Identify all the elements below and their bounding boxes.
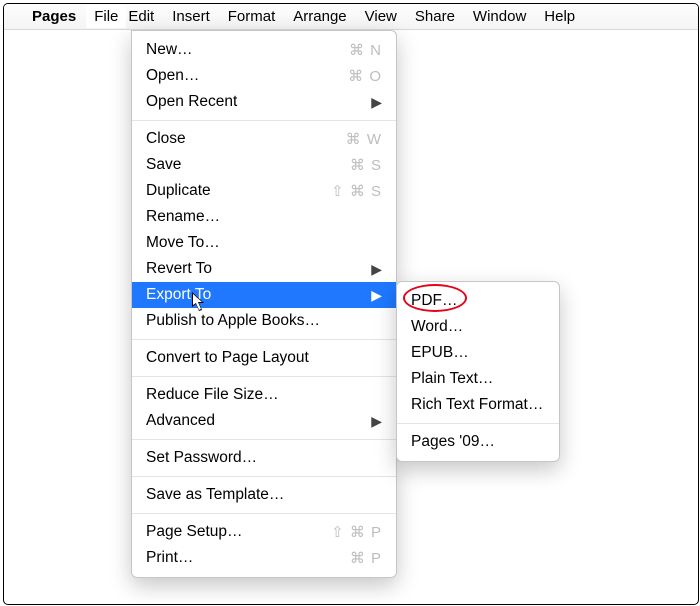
menu-insert[interactable]: Insert xyxy=(172,8,210,25)
menu-item-label: Close xyxy=(146,130,346,148)
shortcut-label: ⌘ N xyxy=(349,41,382,59)
shortcut-label: ⌘ W xyxy=(346,130,382,148)
file-advanced[interactable]: Advanced▶ xyxy=(132,408,396,434)
export-word[interactable]: Word… xyxy=(397,314,559,340)
submenu-item-label: EPUB… xyxy=(411,344,469,362)
menu-item-label: Convert to Page Layout xyxy=(146,349,382,367)
file-print[interactable]: Print…⌘ P xyxy=(132,545,396,571)
menu-item-label: Revert To xyxy=(146,260,371,278)
menu-item-label: Reduce File Size… xyxy=(146,386,382,404)
file-convert-page-layout[interactable]: Convert to Page Layout xyxy=(132,345,396,371)
menu-item-label: Open Recent xyxy=(146,93,371,111)
export-epub[interactable]: EPUB… xyxy=(397,340,559,366)
menu-edit[interactable]: Edit xyxy=(128,8,154,25)
menubar: Pages File Edit Insert Format Arrange Vi… xyxy=(4,4,698,30)
menu-share[interactable]: Share xyxy=(415,8,455,25)
submenu-item-label: Word… xyxy=(411,318,463,336)
file-open[interactable]: Open…⌘ O xyxy=(132,63,396,89)
chevron-right-icon: ▶ xyxy=(371,287,382,304)
menu-item-label: Set Password… xyxy=(146,449,382,467)
chevron-right-icon: ▶ xyxy=(371,413,382,430)
app-window: Pages File Edit Insert Format Arrange Vi… xyxy=(3,3,699,605)
file-reduce-file-size[interactable]: Reduce File Size… xyxy=(132,382,396,408)
file-publish-apple-books[interactable]: Publish to Apple Books… xyxy=(132,308,396,334)
file-set-password[interactable]: Set Password… xyxy=(132,445,396,471)
menu-item-label: Save as Template… xyxy=(146,486,382,504)
file-duplicate[interactable]: Duplicate⇧ ⌘ S xyxy=(132,178,396,204)
export-submenu: PDF… Word… EPUB… Plain Text… Rich Text F… xyxy=(396,281,560,462)
shortcut-label: ⌘ P xyxy=(350,549,382,567)
menu-separator xyxy=(132,513,396,514)
chevron-right-icon: ▶ xyxy=(371,94,382,111)
menu-item-label: Print… xyxy=(146,549,350,567)
menu-item-label: Rename… xyxy=(146,208,382,226)
file-new[interactable]: New…⌘ N xyxy=(132,37,396,63)
menu-separator xyxy=(132,439,396,440)
menu-separator xyxy=(397,423,559,424)
submenu-item-label: PDF… xyxy=(411,292,458,310)
file-open-recent[interactable]: Open Recent▶ xyxy=(132,89,396,115)
menu-view[interactable]: View xyxy=(365,8,397,25)
export-rtf[interactable]: Rich Text Format… xyxy=(397,392,559,418)
menu-item-label: Page Setup… xyxy=(146,523,331,541)
menu-item-label: Save xyxy=(146,156,350,174)
file-close[interactable]: Close⌘ W xyxy=(132,126,396,152)
menu-separator xyxy=(132,376,396,377)
menu-window[interactable]: Window xyxy=(473,8,526,25)
submenu-item-label: Pages '09… xyxy=(411,433,495,451)
export-pdf[interactable]: PDF… xyxy=(397,288,559,314)
submenu-item-label: Plain Text… xyxy=(411,370,493,388)
menu-pages[interactable]: Pages xyxy=(32,8,76,25)
shortcut-label: ⇧ ⌘ S xyxy=(331,182,382,200)
shortcut-label: ⌘ S xyxy=(350,156,382,174)
menu-format[interactable]: Format xyxy=(228,8,276,25)
menu-arrange[interactable]: Arrange xyxy=(293,8,346,25)
chevron-right-icon: ▶ xyxy=(371,261,382,278)
menu-help[interactable]: Help xyxy=(544,8,575,25)
menu-item-label: Publish to Apple Books… xyxy=(146,312,382,330)
file-save-as-template[interactable]: Save as Template… xyxy=(132,482,396,508)
file-revert-to[interactable]: Revert To▶ xyxy=(132,256,396,282)
menu-item-label: New… xyxy=(146,41,349,59)
export-pages09[interactable]: Pages '09… xyxy=(397,429,559,455)
file-export-to[interactable]: Export To▶ xyxy=(132,282,396,308)
shortcut-label: ⌘ O xyxy=(348,67,382,85)
menu-separator xyxy=(132,339,396,340)
shortcut-label: ⇧ ⌘ P xyxy=(331,523,382,541)
export-plain-text[interactable]: Plain Text… xyxy=(397,366,559,392)
file-move-to[interactable]: Move To… xyxy=(132,230,396,256)
file-menu-dropdown: New…⌘ N Open…⌘ O Open Recent▶ Close⌘ W S… xyxy=(131,30,397,578)
menu-file[interactable]: File xyxy=(86,5,126,28)
menu-separator xyxy=(132,476,396,477)
file-page-setup[interactable]: Page Setup…⇧ ⌘ P xyxy=(132,519,396,545)
file-rename[interactable]: Rename… xyxy=(132,204,396,230)
menu-item-label: Export To xyxy=(146,286,371,304)
menu-separator xyxy=(132,120,396,121)
menu-item-label: Advanced xyxy=(146,412,371,430)
menu-item-label: Duplicate xyxy=(146,182,331,200)
menu-item-label: Move To… xyxy=(146,234,382,252)
menu-item-label: Open… xyxy=(146,67,348,85)
file-save[interactable]: Save⌘ S xyxy=(132,152,396,178)
submenu-item-label: Rich Text Format… xyxy=(411,396,543,414)
